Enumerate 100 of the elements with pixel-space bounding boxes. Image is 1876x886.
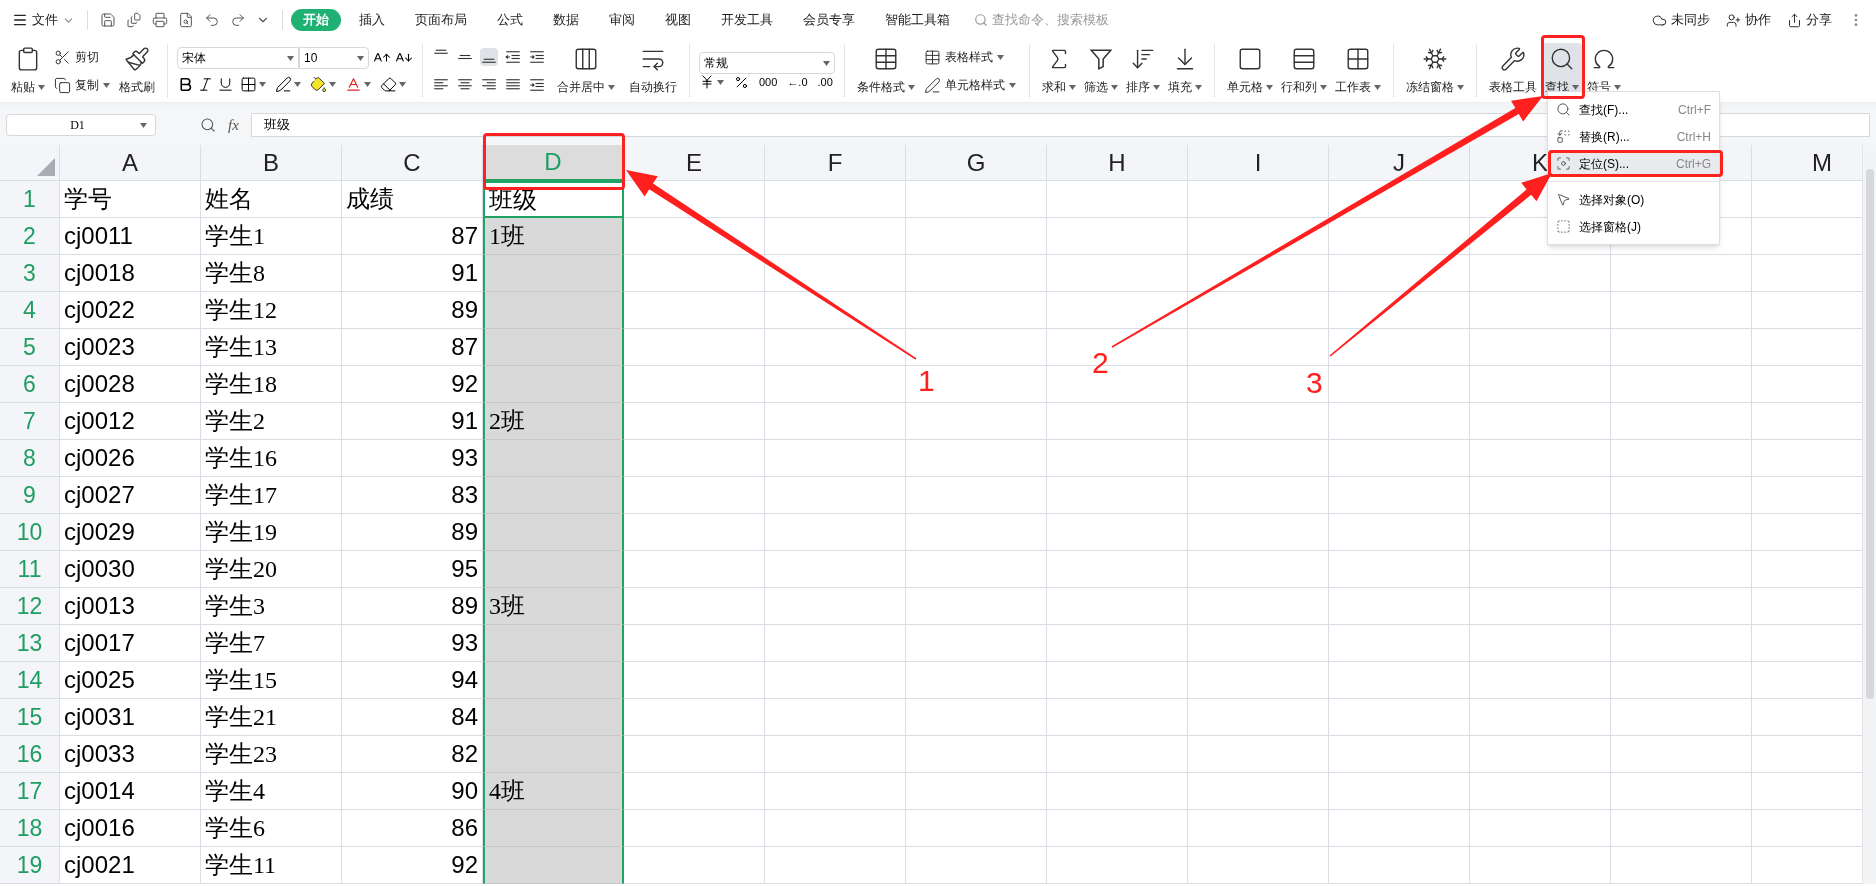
caret-icon (364, 81, 371, 87)
redo-icon[interactable] (230, 12, 246, 28)
worksheet-icon (1345, 46, 1371, 72)
toolbar-button[interactable]: 未同步 (1652, 10, 1710, 30)
column-header[interactable]: B (201, 145, 342, 181)
table-cell: cj0026 (60, 440, 201, 477)
number-format-field[interactable]: 常规 (699, 52, 835, 74)
ribbon-button[interactable]: 冻结窗格 (1403, 43, 1467, 99)
table-cell: cj0016 (60, 810, 201, 847)
column-header[interactable]: G (906, 145, 1047, 181)
font-name-field[interactable]: 宋体 (177, 47, 299, 69)
ribbon-tab[interactable]: 公式 (485, 9, 535, 31)
search-icon (1556, 102, 1571, 117)
font-color-icon[interactable] (345, 75, 362, 93)
ribbon-button[interactable]: 复制 (50, 73, 114, 97)
column-header[interactable]: A (60, 145, 201, 181)
table-cell: 姓名 (201, 181, 342, 218)
ribbon-tab[interactable]: 会员专享 (791, 9, 867, 31)
ribbon-button[interactable]: 工作表 (1332, 43, 1384, 99)
increase-decimal[interactable]: ←.0 (787, 76, 808, 88)
ribbon-button[interactable]: 粘贴 (8, 43, 48, 99)
replace-icon (1556, 129, 1571, 144)
ribbon-tab[interactable]: 数据 (541, 9, 591, 31)
function-label[interactable]: fx (228, 113, 239, 137)
toolbar-button[interactable]: 分享 (1787, 10, 1832, 30)
ribbon-button[interactable]: 排序 (1123, 43, 1163, 99)
percent-icon[interactable] (734, 74, 749, 90)
ribbon-button[interactable]: 筛选 (1081, 43, 1121, 99)
undo-icon[interactable] (204, 12, 220, 28)
name-box[interactable]: D1 (6, 114, 156, 136)
toolbar-button[interactable]: 协作 (1726, 10, 1771, 30)
font-size-field[interactable]: 10 (299, 47, 369, 69)
ribbon-button[interactable]: 单元格 (1224, 43, 1276, 99)
ribbon-button[interactable]: 行和列 (1278, 43, 1330, 99)
ribbon-tab[interactable]: 审阅 (597, 9, 647, 31)
add-user-icon (1726, 12, 1741, 28)
decrease-decimal[interactable]: .00 (817, 76, 833, 88)
indent-icon[interactable] (528, 48, 546, 66)
save-icon[interactable] (100, 12, 116, 28)
caret-icon (823, 60, 830, 66)
table-cell: 学生13 (201, 329, 342, 366)
zoom-icon[interactable] (200, 117, 216, 133)
file-menu[interactable]: 文件 (12, 10, 75, 30)
share-icon (1787, 12, 1802, 28)
export-icon[interactable] (126, 12, 142, 28)
ribbon-tab[interactable]: 开发工具 (709, 9, 785, 31)
table-icon (873, 46, 899, 72)
borders-icon[interactable] (240, 75, 257, 93)
ribbon-button[interactable]: 条件格式 (854, 43, 918, 99)
thousands-separator[interactable]: 000 (759, 76, 778, 88)
ribbon-button[interactable]: 求和 (1039, 43, 1079, 99)
menu-item[interactable]: 选择窗格(J) (1548, 213, 1719, 240)
print-icon[interactable] (152, 12, 168, 28)
underline-icon[interactable] (217, 75, 234, 93)
cell-style-icon (924, 76, 941, 94)
fill-color-icon[interactable] (310, 75, 327, 93)
ribbon-tab[interactable]: 插入 (347, 9, 397, 31)
ribbon-tab[interactable]: 智能工具箱 (873, 9, 962, 31)
draw-border-icon[interactable] (275, 75, 292, 93)
ribbon-button[interactable]: 格式刷 (116, 43, 158, 99)
outdent-icon[interactable] (504, 48, 522, 66)
table-cell: 3班 (483, 588, 624, 625)
caret-icon (1374, 84, 1381, 90)
table-cell: 学生8 (201, 255, 342, 292)
column-header[interactable]: C (342, 145, 483, 181)
table-cell: 1班 (483, 218, 624, 255)
table-cell: 学生3 (201, 588, 342, 625)
bold-icon[interactable] (177, 75, 194, 93)
copy-icon (54, 76, 71, 94)
ribbon-button[interactable]: 单元格样式 (920, 73, 1020, 97)
currency-icon[interactable] (699, 74, 715, 90)
table-cell: cj0023 (60, 329, 201, 366)
table-cell: 学生2 (201, 403, 342, 440)
menu-item[interactable]: 选择对象(O) (1548, 186, 1719, 213)
ribbon-button[interactable]: 表格工具 (1486, 43, 1540, 99)
italic-icon[interactable] (197, 75, 214, 93)
callout-number: 2 (1092, 348, 1109, 378)
ribbon-button[interactable]: 剪切 (50, 45, 114, 69)
print-preview-icon[interactable] (178, 12, 194, 28)
ribbon-button[interactable]: 自动换行 (626, 43, 680, 99)
column-header[interactable]: H (1047, 145, 1188, 181)
table-tools-icon (1500, 46, 1526, 72)
search-icon (974, 13, 988, 27)
table-cell: 学生21 (201, 699, 342, 736)
eraser-icon[interactable] (380, 75, 397, 93)
ribbon-tab[interactable]: 视图 (653, 9, 703, 31)
ribbon-button[interactable]: 合并居中 (554, 43, 618, 99)
vertical-scrollbar[interactable] (1862, 145, 1876, 884)
column-header[interactable]: I (1188, 145, 1329, 181)
target-icon (1556, 156, 1571, 171)
column-header[interactable]: F (765, 145, 906, 181)
ribbon-tab[interactable]: 页面布局 (403, 9, 479, 31)
caret-icon (259, 81, 266, 87)
ribbon-button[interactable]: 表格样式 (920, 45, 1020, 69)
caret-icon (1153, 84, 1160, 90)
merge-cells-icon (573, 46, 599, 72)
table-style-icon (924, 48, 941, 66)
ribbon-button[interactable]: 填充 (1165, 43, 1205, 99)
distribute-icon[interactable] (528, 76, 546, 94)
table-cell: cj0029 (60, 514, 201, 551)
